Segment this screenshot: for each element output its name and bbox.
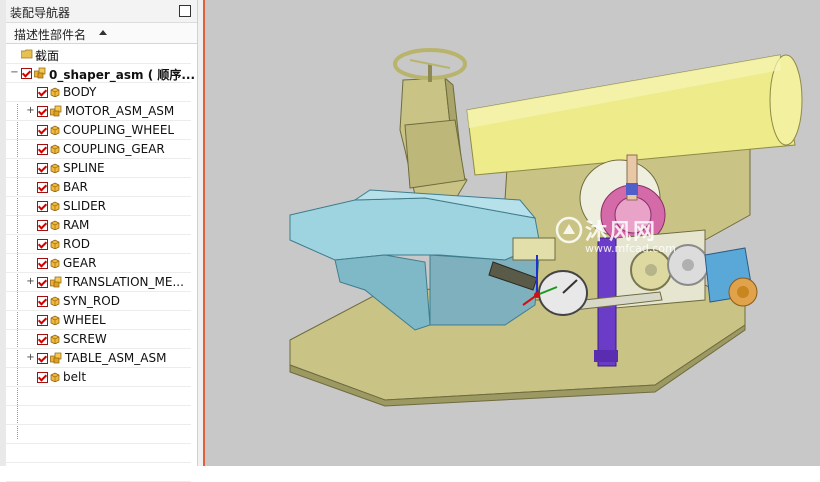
expand-icon[interactable]: +	[26, 106, 35, 116]
tree-row-label: TABLE_ASM_ASM	[65, 351, 167, 365]
clapper-box	[512, 237, 556, 261]
tree-row[interactable]: SPLINE	[6, 159, 191, 178]
navigator-title: 装配导航器	[10, 6, 71, 20]
visibility-checkbox[interactable]	[37, 258, 48, 269]
tree-row[interactable]: BODY	[6, 83, 191, 102]
assembly-icon	[50, 105, 62, 117]
tree-row-label: TRANSLATION_ME...	[65, 275, 184, 289]
tree-row[interactable]: + TABLE_ASM_ASM	[6, 349, 191, 368]
tree-row-label: SLIDER	[63, 199, 107, 213]
assembly-icon	[50, 352, 62, 364]
part-icon	[50, 372, 60, 382]
tree-row-label: belt	[63, 370, 87, 384]
part-icon	[50, 258, 60, 268]
empty-tree-row	[6, 406, 191, 425]
part-icon	[50, 87, 60, 97]
column-header-label: 描述性部件名	[14, 28, 87, 42]
tree-row-label: RAM	[63, 218, 90, 232]
collapse-icon[interactable]: −	[10, 68, 19, 78]
visibility-checkbox[interactable]	[37, 353, 48, 364]
tree-row-label: 截面	[35, 49, 60, 63]
visibility-checkbox[interactable]	[37, 277, 48, 288]
tree-row-label: SPLINE	[63, 161, 105, 175]
folder-icon	[21, 49, 33, 59]
tree-row-label: WHEEL	[63, 313, 106, 327]
tree-row[interactable]: GEAR	[6, 254, 191, 273]
watermark: 沐风网 www.mfcad.com	[555, 212, 695, 262]
empty-tree-row	[6, 425, 191, 444]
tree-row[interactable]: COUPLING_GEAR	[6, 140, 191, 159]
navigator-header: 装配导航器	[6, 0, 197, 23]
tree-row-label: BODY	[63, 85, 97, 99]
part-icon	[50, 334, 60, 344]
tree-row[interactable]: SCREW	[6, 330, 191, 349]
visibility-checkbox[interactable]	[37, 296, 48, 307]
tree-row-label: SYN_ROD	[63, 294, 120, 308]
maximize-icon[interactable]	[179, 5, 191, 17]
graphics-viewport[interactable]: 沐风网 www.mfcad.com	[205, 0, 820, 466]
visibility-checkbox[interactable]	[37, 334, 48, 345]
part-icon	[50, 239, 60, 249]
assembly-navigator-panel: 装配导航器 描述性部件名 截面 − 0_shaper_asm ( 顺序... BODY…	[6, 0, 197, 482]
visibility-checkbox[interactable]	[21, 68, 32, 79]
tree-row-label: COUPLING_WHEEL	[63, 123, 175, 137]
shaper-model-3d	[289, 48, 803, 407]
part-icon	[50, 315, 60, 325]
tree-row-label: SCREW	[63, 332, 107, 346]
tree-row[interactable]: COUPLING_WHEEL	[6, 121, 191, 140]
part-icon	[50, 296, 60, 306]
tree-row[interactable]: ROD	[6, 235, 191, 254]
visibility-checkbox[interactable]	[37, 125, 48, 136]
part-icon	[50, 144, 60, 154]
tree-row[interactable]: + MOTOR_ASM_ASM	[6, 102, 191, 121]
visibility-checkbox[interactable]	[37, 87, 48, 98]
tree-row-label: COUPLING_GEAR	[63, 142, 165, 156]
visibility-checkbox[interactable]	[37, 372, 48, 383]
part-icon	[50, 163, 60, 173]
column-header[interactable]: 描述性部件名	[6, 23, 197, 44]
part-icon	[50, 125, 60, 135]
tree-row[interactable]: SLIDER	[6, 197, 191, 216]
tree-row-label: 0_shaper_asm ( 顺序...	[49, 68, 196, 82]
visibility-checkbox[interactable]	[37, 220, 48, 231]
tree-row-label: GEAR	[63, 256, 97, 270]
assembly-icon	[50, 276, 62, 288]
visibility-checkbox[interactable]	[37, 182, 48, 193]
part-icon	[50, 201, 60, 211]
tree-row-label: MOTOR_ASM_ASM	[65, 104, 175, 118]
tree-row-label: ROD	[63, 237, 91, 251]
visibility-checkbox[interactable]	[37, 315, 48, 326]
tree-row[interactable]: − 0_shaper_asm ( 顺序...	[6, 64, 195, 83]
tree-row[interactable]: RAM	[6, 216, 191, 235]
tree-row[interactable]: BAR	[6, 178, 191, 197]
assembly-icon	[34, 67, 46, 79]
visibility-checkbox[interactable]	[37, 239, 48, 250]
sort-ascending-icon[interactable]	[99, 30, 107, 35]
tree-row[interactable]: + TRANSLATION_ME...	[6, 273, 191, 292]
visibility-checkbox[interactable]	[37, 163, 48, 174]
part-icon	[50, 182, 60, 192]
tree-row[interactable]: SYN_ROD	[6, 292, 191, 311]
tree-row-label: BAR	[63, 180, 88, 194]
expand-icon[interactable]: +	[26, 277, 35, 287]
visibility-checkbox[interactable]	[37, 106, 48, 117]
watermark-logo-icon	[555, 216, 583, 244]
visibility-checkbox[interactable]	[37, 201, 48, 212]
tree-row[interactable]: WHEEL	[6, 311, 191, 330]
tree-row[interactable]: 截面	[6, 45, 191, 64]
tree-row[interactable]: belt	[6, 368, 191, 387]
watermark-url: www.mfcad.com	[585, 242, 676, 255]
part-icon	[50, 220, 60, 230]
empty-tree-row	[6, 387, 191, 406]
expand-icon[interactable]: +	[26, 353, 35, 363]
empty-tree-row	[6, 444, 191, 463]
visibility-checkbox[interactable]	[37, 144, 48, 155]
